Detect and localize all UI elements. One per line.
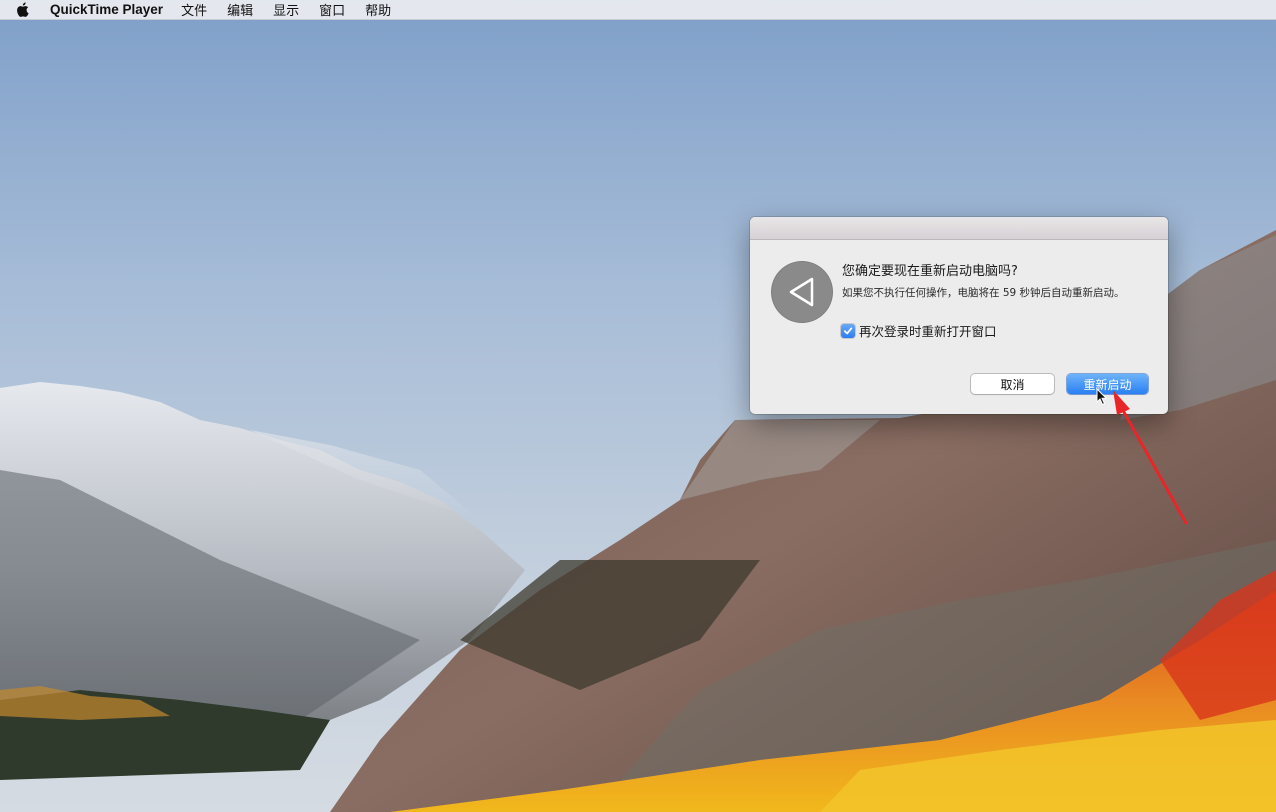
menu-edit[interactable]: 编辑 bbox=[227, 0, 253, 19]
reopen-windows-checkbox[interactable] bbox=[841, 323, 855, 338]
menu-help[interactable]: 帮助 bbox=[365, 0, 391, 19]
reopen-windows-label: 再次登录时重新打开窗口 bbox=[859, 324, 997, 339]
apple-icon[interactable] bbox=[16, 2, 30, 18]
menu-file[interactable]: 文件 bbox=[181, 0, 207, 19]
dialog-title: 您确定要现在重新启动电脑吗? bbox=[842, 264, 1018, 279]
menu-app-name[interactable]: QuickTime Player bbox=[50, 2, 163, 17]
cancel-button[interactable]: 取消 bbox=[971, 374, 1054, 394]
checkmark-icon bbox=[843, 327, 853, 334]
dialog-message: 如果您不执行任何操作，电脑将在 59 秒钟后自动重新启动。 bbox=[842, 287, 1125, 299]
mouse-pointer-icon bbox=[1096, 388, 1108, 406]
menu-window[interactable]: 窗口 bbox=[319, 0, 345, 19]
dialog-titlebar[interactable] bbox=[750, 217, 1168, 240]
menu-view[interactable]: 显示 bbox=[273, 0, 299, 19]
reopen-windows-option[interactable]: 再次登录时重新打开窗口 bbox=[841, 321, 997, 340]
menu-bar: QuickTime Player 文件 编辑 显示 窗口 帮助 bbox=[0, 0, 1276, 20]
restart-icon bbox=[771, 261, 833, 323]
restart-dialog: 您确定要现在重新启动电脑吗? 如果您不执行任何操作，电脑将在 59 秒钟后自动重… bbox=[750, 217, 1168, 414]
